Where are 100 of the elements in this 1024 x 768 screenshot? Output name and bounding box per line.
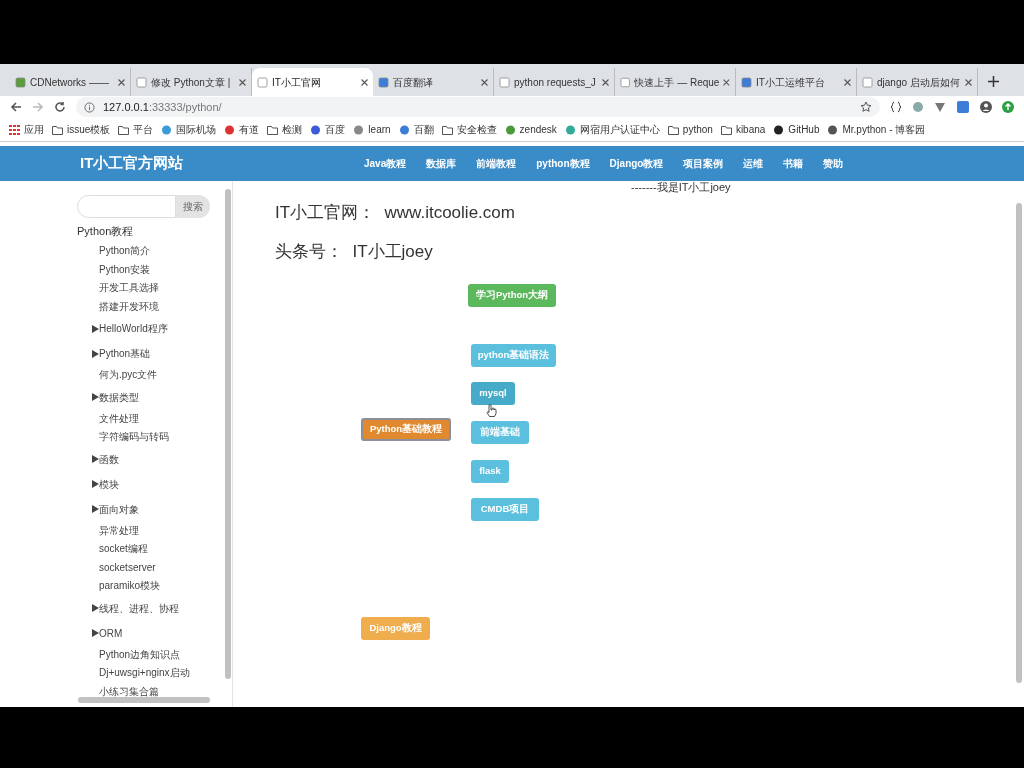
sidebar-link[interactable]: socketserver (99, 558, 156, 577)
extension-icon[interactable] (934, 101, 946, 113)
sidebar-link[interactable]: Python简介 (99, 242, 151, 261)
sidebar-link[interactable]: socket编程 (99, 540, 148, 559)
search-button[interactable]: 搜索 (176, 195, 210, 218)
bookmark[interactable]: 安全检查 (441, 122, 497, 137)
nav-link[interactable]: 赞助 (823, 156, 844, 171)
sidebar-link[interactable]: 文件处理 (99, 409, 139, 428)
browser-tab[interactable]: IT小工官网 (252, 68, 373, 96)
nav-link[interactable]: python教程 (536, 156, 590, 171)
new-tab-icon[interactable] (988, 76, 999, 87)
reload-icon[interactable] (54, 101, 66, 113)
close-icon[interactable] (118, 78, 125, 86)
site-icon (310, 124, 322, 135)
sidebar-link[interactable]: paramiko模块 (99, 577, 161, 596)
nav-link[interactable]: 数据库 (426, 156, 457, 171)
sidebar-group[interactable]: 函数 (92, 450, 119, 468)
star-icon[interactable] (860, 101, 872, 113)
back-icon[interactable] (10, 101, 22, 113)
nav-link[interactable]: 书籍 (783, 156, 804, 171)
tab-title: python requests_J (514, 75, 597, 90)
nav-link[interactable]: 前端教程 (476, 156, 517, 171)
bookmark[interactable]: 百翻 (398, 122, 434, 137)
scrollbar[interactable] (1016, 203, 1022, 683)
scrollbar[interactable] (78, 697, 210, 703)
sidebar-link[interactable]: 开发工具选择 (99, 279, 159, 298)
expand-arrow-icon[interactable] (92, 480, 99, 488)
expand-arrow-icon[interactable] (92, 455, 99, 463)
bookmark[interactable]: 应用 (9, 122, 44, 137)
sidebar-link[interactable]: 何为.pyc文件 (99, 366, 158, 385)
sidebar-link[interactable]: 字符编码与转码 (99, 428, 169, 447)
close-icon[interactable] (361, 78, 368, 86)
page-icon (136, 76, 147, 88)
bookmark[interactable]: 检测 (267, 122, 303, 137)
sidebar-group[interactable]: 面向对象 (92, 500, 139, 518)
nav-link[interactable]: 运维 (743, 156, 764, 171)
info-text: IT小工官网： www.itcoolie.com (275, 202, 515, 224)
sidebar-group[interactable]: ORM (92, 624, 123, 642)
sidebar-link[interactable]: Python边角知识点 (99, 645, 181, 664)
update-icon[interactable] (1002, 101, 1014, 113)
search-field[interactable] (77, 195, 176, 218)
folder-icon (118, 124, 130, 135)
tab-title: 百度翻译 (393, 75, 434, 90)
folder-icon (267, 124, 279, 135)
bookmark[interactable]: 有道 (224, 122, 260, 137)
page-icon (257, 76, 268, 88)
close-icon[interactable] (239, 78, 246, 86)
close-icon[interactable] (844, 78, 851, 86)
close-icon[interactable] (965, 78, 972, 86)
bookmark[interactable]: Mr.python - 博客园 (827, 122, 926, 137)
scrollbar[interactable] (225, 189, 231, 679)
tab-title: 修改 Python文章 | (151, 75, 232, 90)
close-icon[interactable] (602, 78, 609, 86)
site-icon (773, 124, 785, 135)
bookmark[interactable]: 国际机场 (161, 122, 217, 137)
page-icon (741, 76, 752, 88)
close-icon[interactable] (481, 78, 488, 86)
bookmark[interactable]: 平台 (118, 122, 154, 137)
expand-arrow-icon[interactable] (92, 324, 99, 333)
sidebar-group[interactable]: 线程、进程、协程 (92, 599, 179, 617)
bookmark[interactable]: python (667, 122, 713, 137)
bookmark[interactable]: kibana (720, 122, 766, 137)
extension-icon[interactable] (956, 100, 970, 114)
sidebar-heading: Python教程 (77, 224, 134, 239)
sidebar-group[interactable]: 模块 (92, 475, 119, 493)
bookmark[interactable]: 百度 (310, 122, 346, 137)
sidebar-link[interactable]: 异常处理 (99, 521, 139, 540)
sidebar-link[interactable]: 小练习集合篇 (99, 682, 159, 701)
page-icon (499, 76, 510, 88)
nav-link[interactable]: 项目案例 (683, 156, 724, 171)
extension-icon[interactable] (890, 101, 902, 113)
address-bar[interactable]: 127.0.0.1:33333/python/ (76, 97, 880, 117)
profile-icon[interactable] (980, 101, 992, 113)
expand-arrow-icon[interactable] (92, 349, 99, 358)
sidebar-group[interactable]: Python基础 (92, 345, 151, 362)
nav-link[interactable]: Django教程 (609, 156, 664, 171)
expand-arrow-icon[interactable] (92, 629, 99, 637)
bookmark[interactable]: 网宿用户认证中心 (564, 122, 660, 137)
expand-arrow-icon[interactable] (92, 604, 99, 612)
close-icon[interactable] (723, 78, 730, 86)
sidebar-group[interactable]: HelloWorld程序 (92, 320, 168, 337)
bookmark[interactable]: zendesk (504, 122, 557, 137)
folder-icon (52, 124, 63, 135)
sidebar-link[interactable]: 搭建开发环境 (99, 297, 159, 316)
expand-arrow-icon[interactable] (92, 393, 99, 401)
sidebar-group[interactable]: 数据类型 (92, 388, 139, 406)
site-icon (398, 124, 410, 135)
expand-arrow-icon[interactable] (92, 505, 99, 513)
site-icon (504, 124, 516, 135)
bookmark[interactable]: issue模板 (52, 122, 111, 137)
bookmark[interactable]: learn (353, 122, 391, 137)
sidebar-link[interactable]: Dj+uwsgi+nginx启动 (99, 664, 190, 683)
tab-title: CDNetworks —— (30, 75, 110, 90)
hand-cursor-icon (486, 404, 497, 417)
page-icon (378, 76, 389, 88)
nav-link[interactable]: Java教程 (364, 156, 407, 171)
site-logo[interactable]: IT小工官方网站 (80, 152, 364, 175)
sidebar-link[interactable]: Python安装 (99, 260, 151, 279)
folder-icon (720, 124, 732, 135)
bookmark[interactable]: GitHub (773, 122, 820, 137)
